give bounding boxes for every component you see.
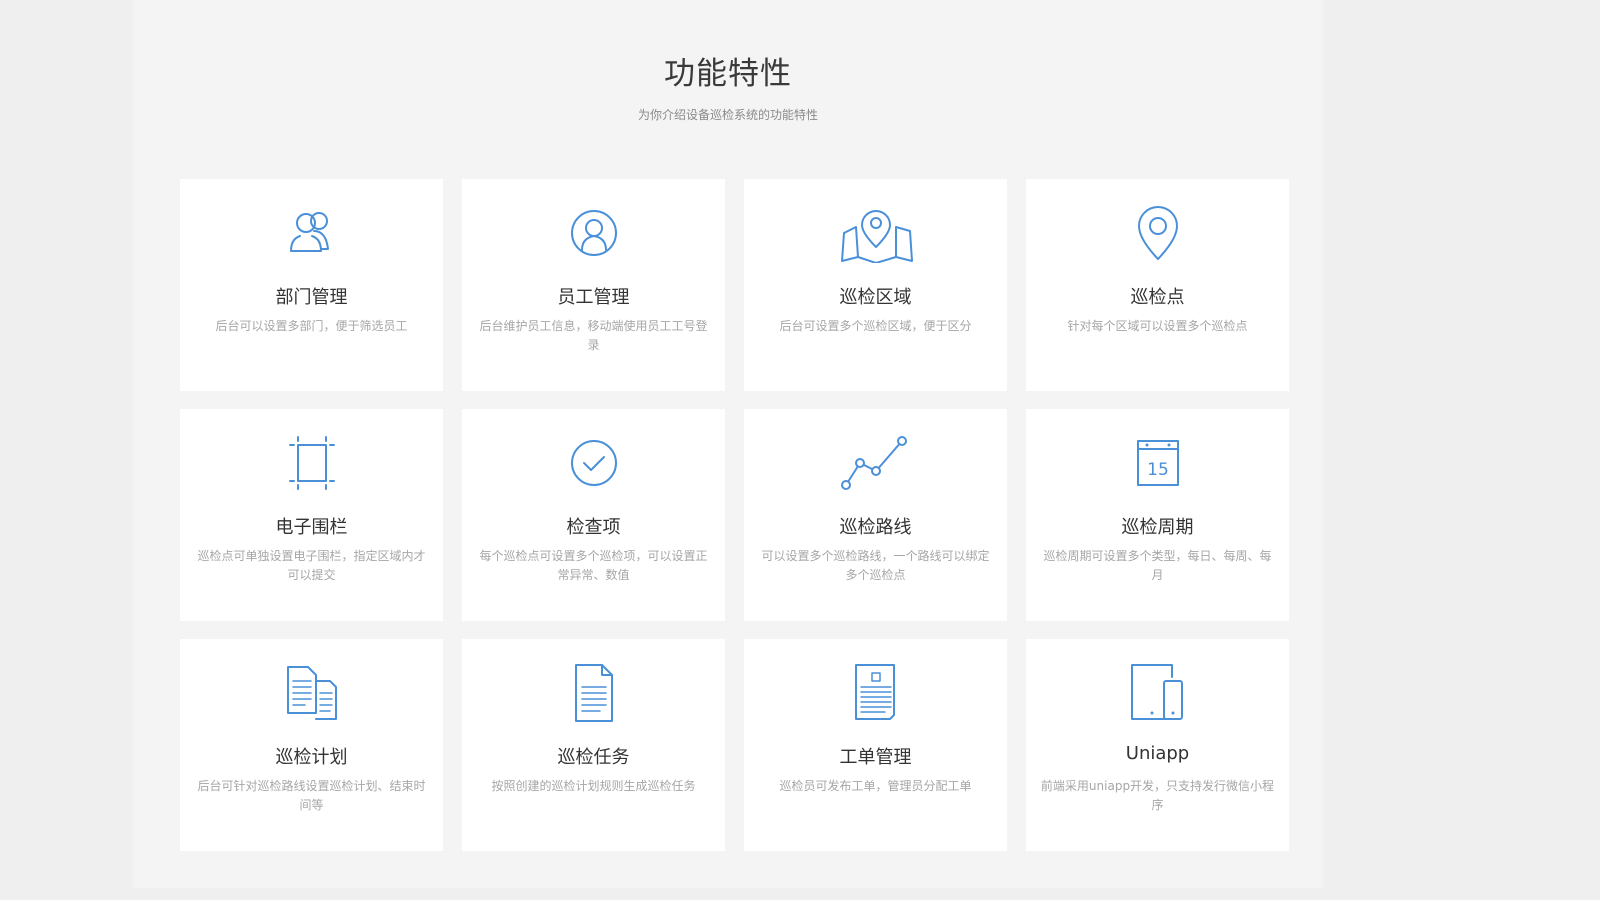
feature-title: 巡检路线 (839, 517, 912, 538)
feature-title: 员工管理 (557, 287, 630, 308)
feature-desc: 巡检点可单独设置电子围栏，指定区域内才可以提交 (197, 549, 426, 582)
devices-icon (1120, 663, 1196, 723)
feature-desc: 巡检周期可设置多个类型，每日、每周、每月 (1043, 549, 1272, 582)
feature-card-fence[interactable]: 电子围栏 巡检点可单独设置电子围栏，指定区域内才可以提交 (180, 409, 443, 621)
feature-title: 巡检区域 (839, 287, 912, 308)
map-pin-map-icon (838, 203, 914, 263)
feature-desc: 后台可针对巡检路线设置巡检计划、结束时间等 (197, 779, 426, 812)
feature-title: 部门管理 (275, 287, 348, 308)
section-subtitle: 为你介绍设备巡检系统的功能特性 (637, 108, 818, 122)
feature-card-uniapp[interactable]: Uniapp 前端采用uniapp开发，只支持发行微信小程序 (1026, 639, 1289, 851)
feature-card-employee[interactable]: 员工管理 后台维护员工信息，移动端使用员工工号登录 (462, 179, 725, 391)
feature-card-department[interactable]: 部门管理 后台可以设置多部门，便于筛选员工 (180, 179, 443, 391)
calendar-day-text: 15 (1147, 460, 1169, 480)
feature-desc: 针对每个区域可以设置多个巡检点 (1067, 319, 1248, 333)
work-order-icon (838, 663, 914, 723)
feature-card-area[interactable]: 巡检区域 后台可设置多个巡检区域，便于区分 (744, 179, 1007, 391)
features-section: 功能特性 为你介绍设备巡检系统的功能特性 部门管理 后台可以设置多部门，便于筛选… (133, 0, 1323, 888)
calendar-icon: 15 (1120, 433, 1196, 493)
feature-title: 巡检周期 (1121, 517, 1194, 538)
check-circle-icon (556, 433, 632, 493)
feature-desc: 前端采用uniapp开发，只支持发行微信小程序 (1040, 779, 1275, 812)
user-circle-icon (556, 203, 632, 263)
feature-desc: 可以设置多个巡检路线，一个路线可以绑定多个巡检点 (761, 549, 990, 582)
users-icon (274, 203, 350, 263)
documents-icon (274, 663, 350, 723)
feature-card-check-item[interactable]: 检查项 每个巡检点可设置多个巡检项，可以设置正常异常、数值 (462, 409, 725, 621)
feature-title: Uniapp (1125, 743, 1190, 764)
feature-card-task[interactable]: 巡检任务 按照创建的巡检计划规则生成巡检任务 (462, 639, 725, 851)
feature-title: 巡检点 (1130, 287, 1185, 308)
location-pin-icon (1120, 203, 1196, 263)
feature-desc: 后台维护员工信息，移动端使用员工工号登录 (479, 319, 708, 352)
feature-desc: 后台可以设置多部门，便于筛选员工 (215, 319, 408, 333)
feature-title: 检查项 (566, 517, 621, 538)
feature-grid: 部门管理 后台可以设置多部门，便于筛选员工 员工管理 后台维护员工信息，移动端使… (180, 179, 1289, 851)
feature-desc: 按照创建的巡检计划规则生成巡检任务 (491, 779, 696, 793)
feature-card-point[interactable]: 巡检点 针对每个区域可以设置多个巡检点 (1026, 179, 1289, 391)
crop-frame-icon (274, 433, 350, 493)
section-title: 功能特性 (664, 56, 792, 92)
route-line-icon (838, 433, 914, 493)
feature-title: 电子围栏 (275, 517, 348, 538)
feature-title: 巡检任务 (557, 747, 630, 768)
feature-card-work-order[interactable]: 工单管理 巡检员可发布工单，管理员分配工单 (744, 639, 1007, 851)
feature-card-cycle[interactable]: 15 巡检周期 巡检周期可设置多个类型，每日、每周、每月 (1026, 409, 1289, 621)
feature-desc: 巡检员可发布工单，管理员分配工单 (779, 779, 972, 793)
feature-desc: 每个巡检点可设置多个巡检项，可以设置正常异常、数值 (479, 549, 708, 582)
feature-desc: 后台可设置多个巡检区域，便于区分 (779, 319, 972, 333)
feature-card-route[interactable]: 巡检路线 可以设置多个巡检路线，一个路线可以绑定多个巡检点 (744, 409, 1007, 621)
feature-title: 巡检计划 (275, 747, 348, 768)
feature-title: 工单管理 (839, 747, 912, 768)
feature-card-plan[interactable]: 巡检计划 后台可针对巡检路线设置巡检计划、结束时间等 (180, 639, 443, 851)
document-icon (556, 663, 632, 723)
